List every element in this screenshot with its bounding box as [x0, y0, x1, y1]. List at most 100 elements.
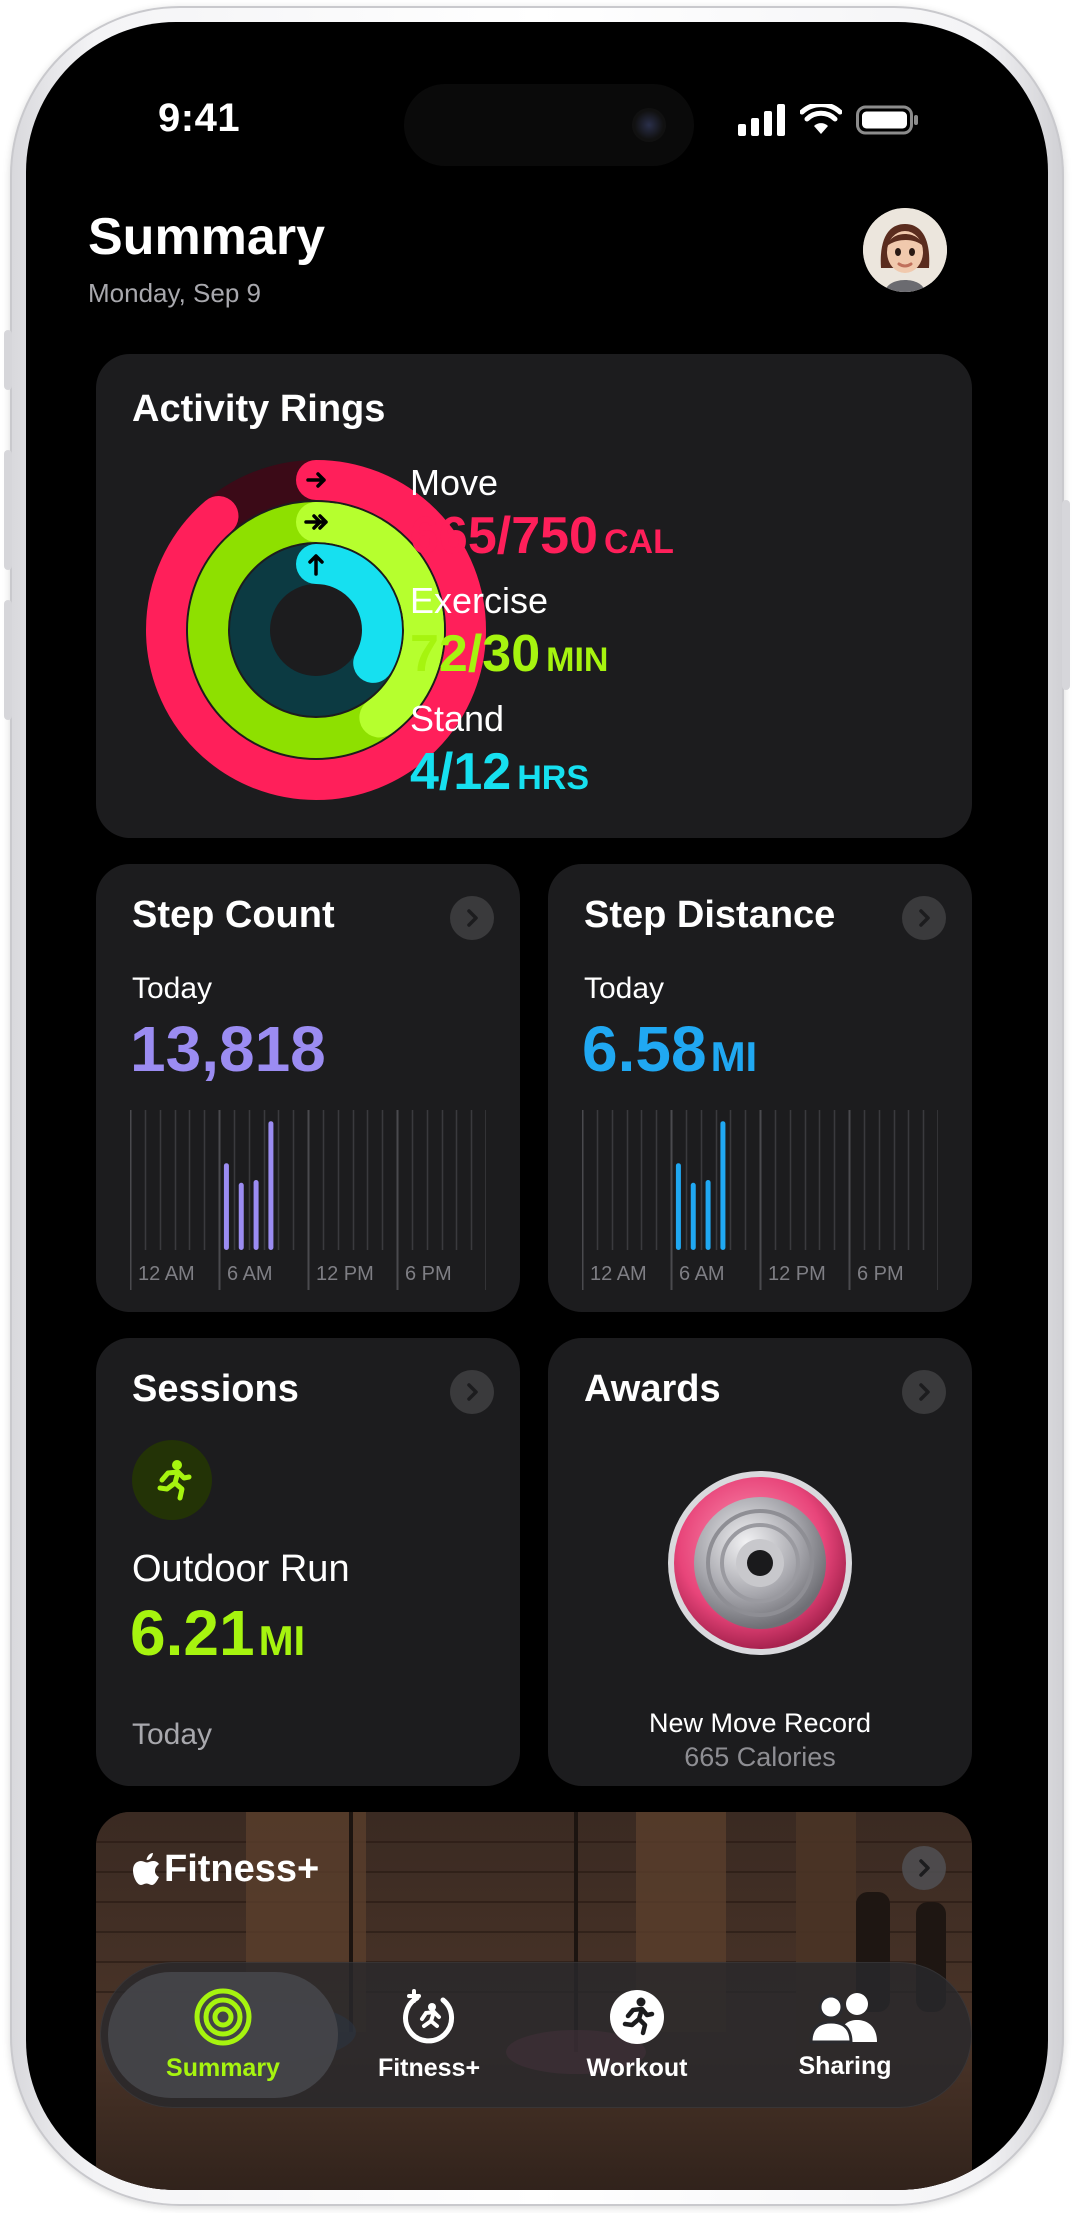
tab-sharing[interactable]: Sharing: [740, 1962, 950, 2108]
hour-bar: [238, 1182, 244, 1250]
volume-up-button: [4, 450, 12, 570]
exercise-value-row: 72/30 MIN: [410, 624, 608, 684]
action-button: [4, 330, 12, 390]
page-title: Summary: [88, 208, 325, 266]
stand-value-row: 4/12 HRS: [410, 742, 589, 802]
move-value-row: 665/750 CAL: [410, 506, 674, 566]
session-value-row: 6.21MI: [130, 1596, 305, 1670]
step-count-title: Step Count: [132, 894, 335, 936]
activity-rings-icon: [194, 1988, 252, 2045]
activity-rings-card[interactable]: Activity Rings Move 665/750 CAL Exercise…: [96, 354, 972, 838]
step-distance-value: 6.58: [582, 1013, 707, 1085]
volume-down-button: [4, 600, 12, 720]
status-icons: [738, 104, 920, 136]
exercise-label: Exercise: [410, 580, 549, 621]
step-distance-chevron[interactable]: [902, 896, 946, 940]
tab-workout[interactable]: Workout: [532, 1962, 742, 2108]
axis-tick-label: 12 PM: [768, 1263, 826, 1285]
hour-bar: [705, 1180, 711, 1250]
exercise-value: 72/30: [410, 625, 541, 683]
axis-tick-label: 12 AM: [138, 1263, 195, 1285]
stand-unit: HRS: [517, 759, 590, 797]
exercise-stat: Exercise 72/30 MIN: [410, 580, 608, 684]
chevron-right-icon: [919, 909, 930, 927]
step-distance-period: Today: [584, 972, 665, 1005]
move-value: 665/750: [410, 507, 598, 565]
hour-bar: [268, 1121, 274, 1250]
stand-label: Stand: [410, 698, 505, 739]
sessions-chevron[interactable]: [450, 1370, 494, 1414]
session-activity: Outdoor Run: [132, 1548, 350, 1590]
power-button: [1062, 500, 1070, 690]
hour-bar: [223, 1163, 229, 1250]
step-count-card[interactable]: Step Count Today 13,818 12 AM 6 AM 12 PM 6 …: [96, 864, 520, 1312]
step-distance-card[interactable]: Step Distance Today 6.58MI 12 AM 6 AM 12 P…: [548, 864, 972, 1312]
step-distance-title: Step Distance: [584, 894, 836, 936]
axis-tick-label: 12 PM: [316, 1263, 374, 1285]
hour-bar: [720, 1121, 726, 1250]
tab-fitness-plus[interactable]: Fitness+: [324, 1962, 534, 2108]
chevron-right-icon: [919, 1383, 930, 1401]
tab-sharing-label: Sharing: [798, 2051, 892, 2080]
step-count-value: 13,818: [130, 1013, 326, 1085]
activity-rings-title: Activity Rings: [132, 388, 386, 430]
fitness-plus-logo: Fitness+: [132, 1848, 319, 1891]
hour-bar: [690, 1182, 696, 1250]
hour-bar: [253, 1180, 259, 1250]
tab-fitness-plus-label: Fitness+: [377, 2053, 481, 2082]
workout-runner-icon: [610, 1989, 664, 2044]
axis-tick-label: 6 AM: [679, 1263, 725, 1285]
step-count-chevron[interactable]: [450, 896, 494, 940]
awards-card[interactable]: Awards New Move Record 665 Calories: [548, 1338, 972, 1786]
running-figure-icon: [157, 1460, 192, 1501]
axis-tick-label: 6 PM: [405, 1263, 452, 1285]
award-name: New Move Record: [648, 1708, 872, 1738]
axis-tick-label: 6 PM: [857, 1263, 904, 1285]
profile-avatar[interactable]: [863, 208, 947, 292]
sessions-title: Sessions: [132, 1368, 299, 1410]
chevron-right-icon: [467, 1383, 478, 1401]
move-stat: Move 665/750 CAL: [410, 462, 674, 566]
session-unit: MI: [258, 1617, 306, 1664]
exercise-unit: MIN: [546, 641, 609, 679]
hour-bar: [675, 1163, 681, 1250]
fitness-plus-chevron[interactable]: [902, 1846, 946, 1890]
home-indicator: [398, 2152, 678, 2162]
step-distance-chart: 12 AM 6 AM 12 PM 6 PM: [582, 1110, 938, 1290]
screen: 9:41 Summary Monday, Sep 9 Activity Ring…: [26, 22, 1048, 2190]
fitness-plus-title: Fitness+: [164, 1848, 320, 1890]
axis-tick-label: 12 AM: [590, 1263, 647, 1285]
award-detail: 665 Calories: [684, 1742, 836, 1772]
tab-workout-label: Workout: [586, 2053, 688, 2082]
tab-summary[interactable]: Summary: [118, 1962, 328, 2108]
axis-tick-label: 6 AM: [227, 1263, 273, 1285]
fitness-plus-icon: [403, 1988, 455, 2043]
move-unit: CAL: [603, 523, 674, 561]
chevron-right-icon: [467, 909, 478, 927]
page-date: Monday, Sep 9: [88, 278, 261, 308]
sessions-card[interactable]: Sessions Outdoor Run 6.21MI Today: [96, 1338, 520, 1786]
awards-title: Awards: [584, 1368, 721, 1410]
chevron-right-icon: [919, 1859, 930, 1877]
tab-summary-label: Summary: [166, 2053, 280, 2082]
move-label: Move: [410, 462, 499, 503]
move-record-medal-icon: [668, 1471, 852, 1655]
tab-bar: Summary Fitness+ Workout Sharing: [100, 1962, 972, 2108]
stand-stat: Stand 4/12 HRS: [410, 698, 589, 802]
session-day: Today: [132, 1718, 213, 1751]
step-distance-unit: MI: [710, 1033, 758, 1080]
stand-value: 4/12: [410, 743, 512, 801]
cellular-signal-icon: [738, 104, 785, 136]
wifi-icon: [800, 104, 842, 134]
step-count-period: Today: [132, 972, 213, 1005]
dynamic-island: [404, 84, 694, 166]
front-camera-icon: [632, 108, 666, 142]
memoji-avatar-icon: [863, 208, 947, 292]
step-distance-value-row: 6.58MI: [582, 1012, 757, 1086]
apple-logo-icon: [133, 1852, 159, 1885]
battery-icon: [856, 105, 918, 135]
session-icon-badge: [132, 1440, 212, 1520]
sharing-people-icon: [809, 1992, 877, 2043]
step-count-chart: 12 AM 6 AM 12 PM 6 PM: [130, 1110, 486, 1290]
awards-chevron[interactable]: [902, 1370, 946, 1414]
